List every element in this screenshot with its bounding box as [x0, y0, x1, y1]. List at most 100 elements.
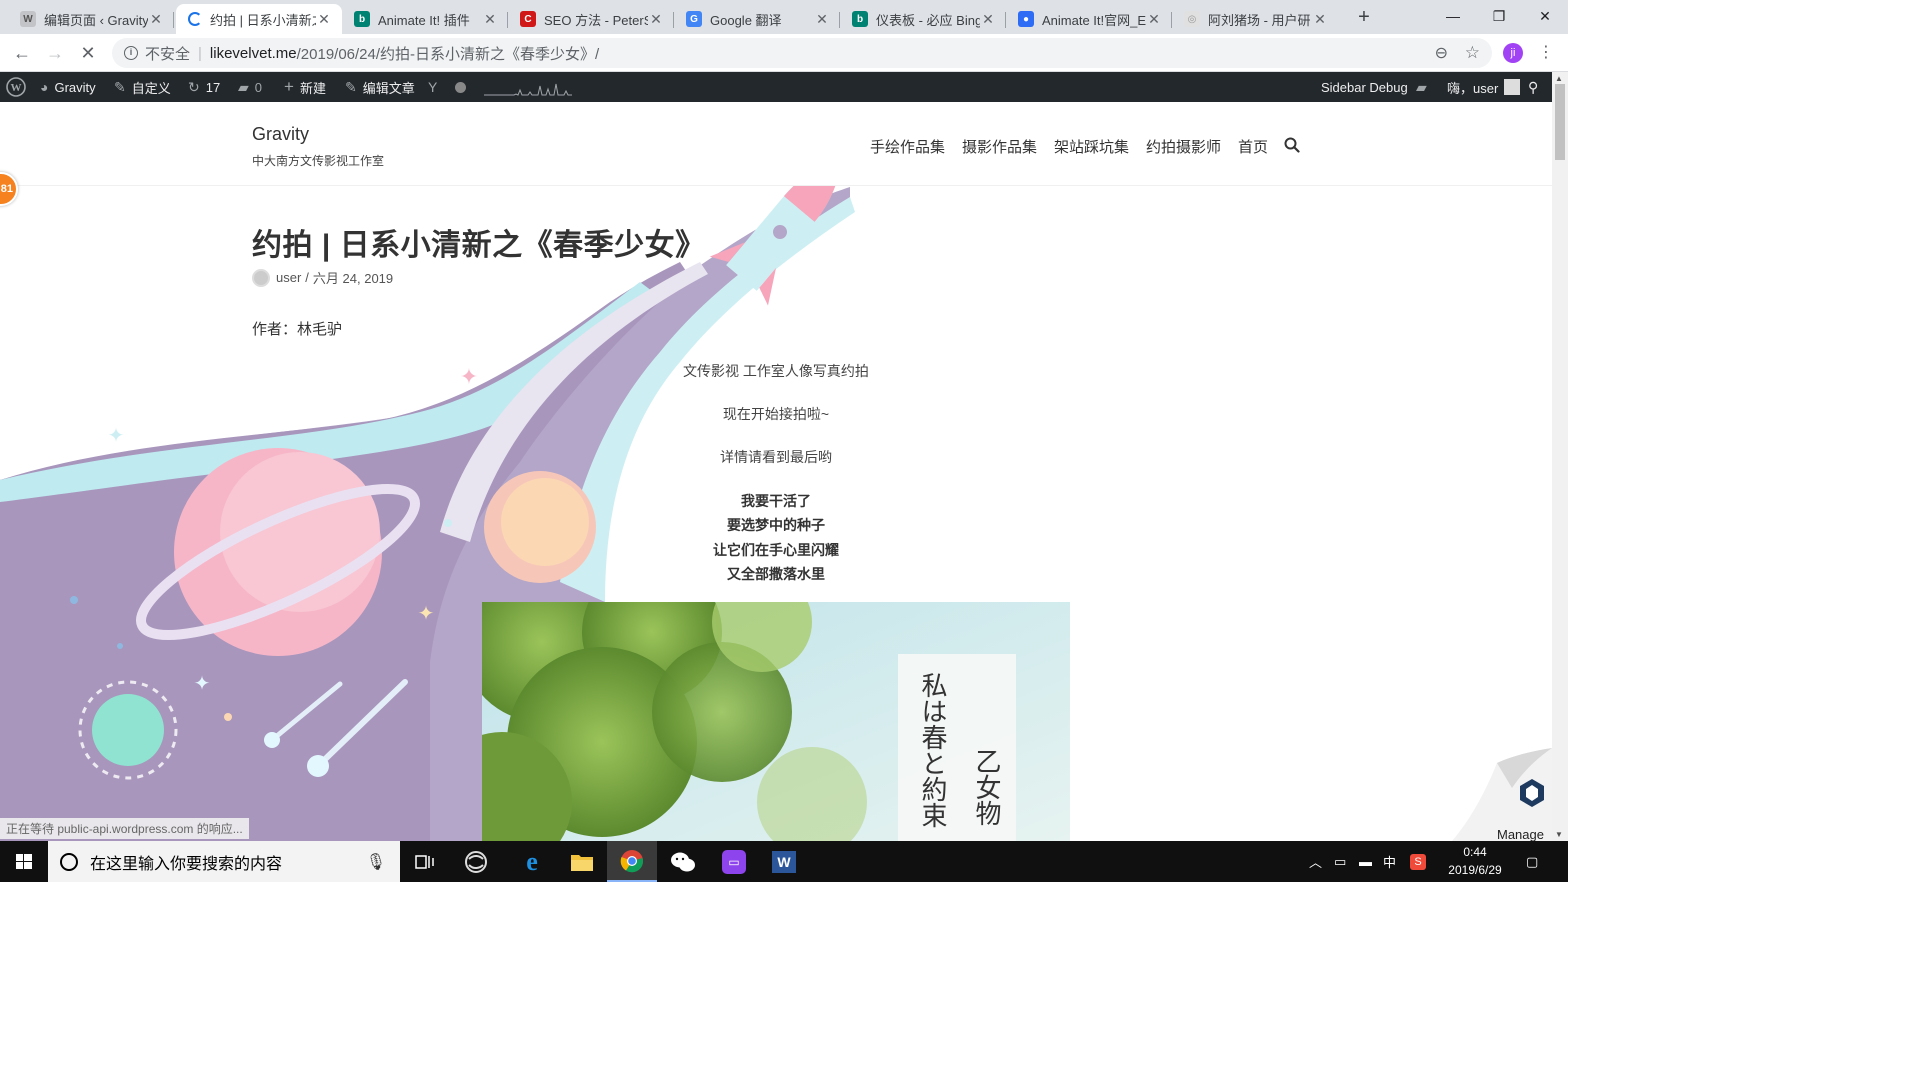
tab-close-icon[interactable]: ✕	[648, 11, 664, 28]
tab-animate-it[interactable]: b Animate It! 插件 ✕	[342, 4, 508, 34]
back-arrow-icon[interactable]: ←	[8, 39, 36, 67]
page-content: ✦ ✦ ✦ ✦ Gravity 中大南方文传影视工作室 手绘作品集 摄影作品集 …	[0, 102, 1552, 841]
info-icon[interactable]: i	[124, 46, 138, 60]
page-scrollbar[interactable]: ▲ ▼	[1552, 72, 1568, 841]
ime-indicator[interactable]: 中	[1383, 841, 1396, 882]
c-logo-icon: C	[520, 11, 536, 27]
forward-arrow-icon[interactable]: →	[41, 39, 69, 67]
file-explorer-icon[interactable]	[557, 841, 607, 882]
windows-start-icon[interactable]	[0, 841, 48, 882]
microphone-icon[interactable]: 🎙	[366, 852, 386, 872]
nav-item-site-building[interactable]: 架站踩坑集	[1054, 136, 1129, 157]
wechat-icon[interactable]	[658, 841, 708, 882]
tab-title: 编辑页面 ‹ Gravity	[44, 12, 148, 28]
notifications-icon[interactable]: ▰	[1416, 72, 1433, 102]
scroll-up-icon[interactable]: ▲	[1555, 74, 1563, 83]
bing-icon: b	[354, 11, 370, 27]
admin-site-link[interactable]: ◕ Gravity	[40, 72, 96, 102]
tab-edit-page[interactable]: W 编辑页面 ‹ Gravity ✕	[8, 4, 174, 34]
new-tab-button[interactable]: +	[1352, 6, 1376, 30]
nav-item-illustrations[interactable]: 手绘作品集	[870, 136, 945, 157]
purple-app-icon[interactable]: ▭	[709, 841, 759, 882]
comment-icon: ▰	[238, 78, 249, 95]
tab-current-post[interactable]: 约拍 | 日系小清新之 ✕	[176, 4, 342, 34]
taskbar-clock[interactable]: 0:44 2019/6/29	[1440, 843, 1510, 879]
bookmark-star-icon[interactable]: ☆	[1465, 43, 1480, 63]
chrome-icon[interactable]	[607, 841, 657, 882]
admin-new-link[interactable]: + 新建	[284, 72, 326, 102]
tab-title: Animate It! 插件	[378, 12, 470, 28]
site-title[interactable]: Gravity	[252, 124, 309, 145]
battery-icon[interactable]: ▬	[1359, 841, 1372, 882]
admin-customize-link[interactable]: ✎ 自定义	[114, 72, 171, 102]
tab-close-icon[interactable]: ✕	[814, 11, 830, 28]
tab-close-icon[interactable]: ✕	[980, 11, 996, 28]
tab-google-translate[interactable]: G Google 翻译 ✕	[674, 4, 840, 34]
nav-item-photography[interactable]: 摄影作品集	[962, 136, 1037, 157]
profile-avatar[interactable]: ji	[1503, 43, 1523, 63]
zoom-icon[interactable]: ⊖	[1435, 43, 1448, 63]
sogou-ime-icon[interactable]: S	[1410, 841, 1426, 882]
tab-close-icon[interactable]: ✕	[1312, 11, 1328, 28]
taskbar-search-box[interactable]: 在这里输入你要搜索的内容 🎙	[48, 841, 400, 882]
tab-bing-dashboard[interactable]: b 仪表板 - 必应 Bing ✕	[840, 4, 1006, 34]
action-center-icon[interactable]: ▢	[1526, 841, 1538, 882]
post-photo[interactable]: 私は春と約束 乙女物	[482, 602, 1070, 841]
post-line: 现在开始接拍啦~	[722, 406, 830, 422]
admin-updates-link[interactable]: ↻ 17	[188, 72, 220, 102]
stats-sparkline[interactable]	[484, 80, 572, 96]
edge-browser-icon[interactable]: e	[507, 841, 557, 882]
network-icon[interactable]: ▭	[1334, 841, 1346, 882]
word-icon[interactable]: W	[759, 841, 809, 882]
post-author-line: 作者：林毛驴	[252, 321, 343, 338]
my-account-link[interactable]: 嗨，user	[1447, 72, 1521, 102]
browser-toolbar: ← → ✕ i 不安全 | likevelvet.me /2019/06/24/…	[0, 34, 1568, 72]
photoshop-style-app-icon[interactable]	[451, 841, 501, 882]
site-icon: ◎	[1184, 11, 1200, 27]
admin-search-icon[interactable]: ⚲	[1528, 72, 1544, 102]
tab-seo[interactable]: C SEO 方法 - PeterS ✕	[508, 4, 674, 34]
address-bar[interactable]: i 不安全 | likevelvet.me /2019/06/24/约拍-日系小…	[112, 38, 1492, 68]
task-view-icon[interactable]	[400, 841, 450, 882]
stop-loading-icon[interactable]: ✕	[74, 39, 102, 67]
google-translate-icon: G	[686, 11, 702, 27]
tab-pig-farm[interactable]: ◎ 阿刘猪场 - 用户研 ✕	[1172, 4, 1338, 34]
taskbar-search-placeholder: 在这里输入你要搜索的内容	[90, 855, 283, 873]
post-line: 详情请看到最后哟	[720, 449, 832, 465]
scroll-thumb[interactable]	[1555, 84, 1565, 160]
tab-close-icon[interactable]: ✕	[1146, 11, 1162, 28]
minimize-button[interactable]: —	[1430, 0, 1476, 32]
tab-close-icon[interactable]: ✕	[482, 11, 498, 28]
meta-separator: /	[305, 270, 309, 285]
tab-animate-it-site[interactable]: ● Animate It!官网_E ✕	[1006, 4, 1172, 34]
insecure-label: 不安全	[145, 45, 191, 63]
tray-chevron-icon[interactable]: ︿	[1309, 841, 1322, 882]
nav-item-book-photographer[interactable]: 约拍摄影师	[1146, 136, 1221, 157]
post-date[interactable]: 六月 24, 2019	[313, 268, 393, 287]
post-author[interactable]: user	[276, 270, 301, 285]
close-window-button[interactable]: ✕	[1522, 0, 1568, 32]
tab-title: Animate It!官网_E	[1042, 12, 1146, 28]
cortana-icon[interactable]	[60, 852, 78, 871]
menu-kebab-icon[interactable]: ⋮	[1538, 42, 1554, 62]
status-dot-icon[interactable]	[455, 72, 466, 102]
tab-close-icon[interactable]: ✕	[316, 11, 332, 28]
brush-icon: ✎	[114, 78, 126, 95]
tab-title: SEO 方法 - PeterS	[544, 12, 648, 28]
wordpress-logo-icon[interactable]: W	[6, 72, 26, 102]
comments-count: 0	[254, 79, 263, 95]
manage-label[interactable]: Manage	[1497, 827, 1544, 841]
pencil-icon: ✎	[345, 78, 357, 95]
admin-comments-link[interactable]: ▰ 0	[238, 72, 262, 102]
restore-button[interactable]: ❐	[1476, 0, 1522, 32]
customize-label: 自定义	[131, 80, 171, 96]
svg-text:✦: ✦	[194, 671, 211, 695]
new-label: 新建	[299, 80, 326, 96]
admin-edit-post-link[interactable]: ✎ 编辑文章	[345, 72, 415, 102]
tab-close-icon[interactable]: ✕	[148, 11, 164, 28]
scroll-down-icon[interactable]: ▼	[1555, 830, 1563, 839]
nav-item-home[interactable]: 首页	[1238, 136, 1268, 157]
sidebar-debug-link[interactable]: Sidebar Debug	[1321, 72, 1408, 102]
yoast-icon[interactable]: Y	[428, 72, 443, 102]
search-icon[interactable]	[1284, 137, 1300, 153]
